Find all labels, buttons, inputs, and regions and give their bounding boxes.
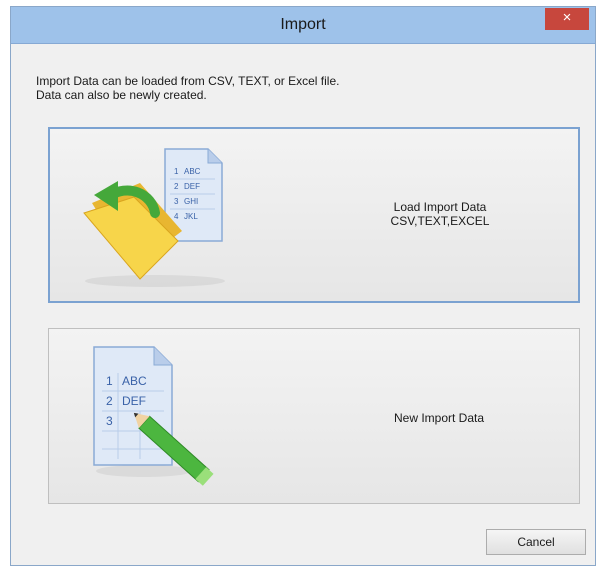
doc-row-3-num: 3 bbox=[174, 197, 179, 206]
doc-row-2-text: DEF bbox=[184, 182, 200, 191]
close-button[interactable]: × bbox=[545, 8, 589, 30]
folder-load-icon: 1 ABC 2 DEF 3 GHI 4 JKL bbox=[83, 148, 225, 287]
doc-row-4-num: 4 bbox=[174, 212, 179, 221]
new-doc-row-1-text: ABC bbox=[122, 374, 147, 388]
description-line-1: Import Data can be loaded from CSV, TEXT… bbox=[36, 74, 340, 88]
new-doc-row-1-num: 1 bbox=[106, 374, 113, 388]
new-import-data-button[interactable]: 1 ABC 2 DEF 3 New Import Data bbox=[48, 328, 580, 504]
new-doc-row-2-text: DEF bbox=[122, 394, 146, 408]
cancel-button[interactable]: Cancel bbox=[486, 529, 586, 555]
description-line-2: Data can also be newly created. bbox=[36, 88, 207, 102]
doc-row-1-num: 1 bbox=[174, 167, 179, 176]
doc-row-1-text: ABC bbox=[184, 167, 201, 176]
load-label-line-1: Load Import Data bbox=[393, 200, 487, 214]
title-bar[interactable]: Import × bbox=[11, 7, 595, 44]
description: Import Data can be loaded from CSV, TEXT… bbox=[36, 74, 339, 102]
load-label-line-2: CSV,TEXT,EXCEL bbox=[390, 214, 490, 228]
doc-row-2-num: 2 bbox=[174, 182, 179, 191]
import-dialog: Import × Import Data can be loaded from … bbox=[10, 6, 596, 566]
dialog-title: Import bbox=[280, 16, 326, 33]
doc-row-3-text: GHI bbox=[184, 197, 198, 206]
load-import-data-button[interactable]: 1 ABC 2 DEF 3 GHI 4 JKL Load Import Data… bbox=[48, 127, 580, 303]
doc-row-4-text: JKL bbox=[184, 212, 198, 221]
new-doc-row-2-num: 2 bbox=[106, 394, 113, 408]
load-button-label: Load Import Data CSV,TEXT,EXCEL bbox=[340, 200, 540, 228]
new-doc-row-3-num: 3 bbox=[106, 414, 113, 428]
new-button-label: New Import Data bbox=[393, 411, 485, 425]
document-pencil-icon: 1 ABC 2 DEF 3 bbox=[93, 346, 214, 486]
